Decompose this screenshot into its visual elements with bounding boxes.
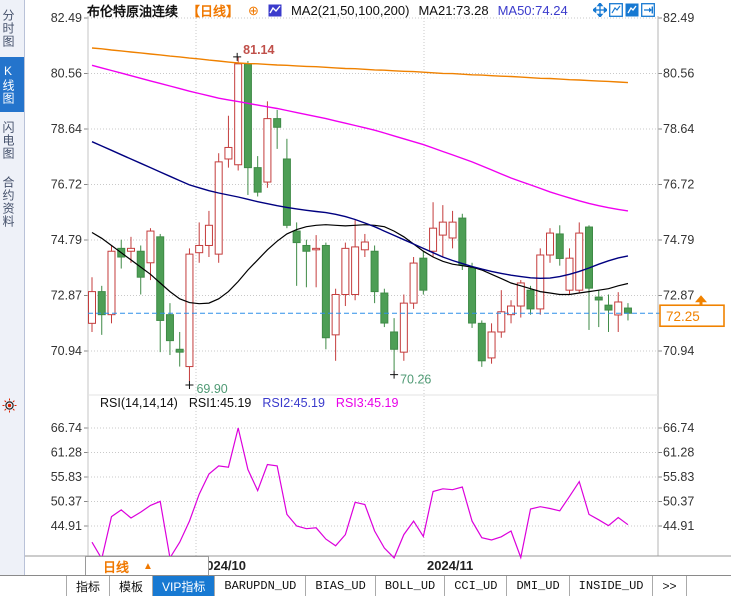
chart-type-sidebar: 分时图 K线图 闪电图 合约资料 — [0, 0, 25, 575]
svg-text:80.56: 80.56 — [663, 67, 694, 81]
svg-text:82.49: 82.49 — [51, 11, 82, 25]
svg-text:78.64: 78.64 — [663, 122, 694, 136]
svg-text:70.94: 70.94 — [663, 344, 694, 358]
tab-boll-ud[interactable]: BOLL_UD — [376, 576, 445, 596]
svg-text:70.94: 70.94 — [51, 344, 82, 358]
tab-template[interactable]: 模板 — [110, 576, 153, 596]
tabbar-spacer — [0, 576, 67, 596]
ma21-value-label: MA21:73.28 — [418, 3, 488, 18]
sidebar-item-contract-info[interactable]: 合约资料 — [0, 169, 24, 235]
price-axis-grid: 82.49 82.49 80.56 80.56 78.64 78.64 76.72 76.72… — [51, 11, 695, 358]
alarm-icon[interactable] — [2, 398, 17, 413]
svg-text:66.74: 66.74 — [663, 421, 694, 435]
svg-text:74.79: 74.79 — [51, 233, 82, 247]
ma-line-ma200 — [92, 48, 628, 83]
svg-text:82.49: 82.49 — [663, 11, 694, 25]
svg-text:81.14: 81.14 — [243, 43, 274, 57]
chart-toolbar — [593, 3, 655, 17]
add-circle-icon[interactable]: ⊕ — [248, 3, 259, 19]
rsi2-value-label: RSI2:45.19 — [262, 396, 325, 410]
chart-canvas[interactable]: 82.49 82.49 80.56 80.56 78.64 78.64 76.72 76.72… — [0, 0, 731, 575]
rsi1-value-label: RSI1:45.19 — [189, 396, 252, 410]
sidebar-item-kline-chart[interactable]: K线图 — [0, 57, 24, 112]
rsi-axis-grid: 66.74 66.74 61.28 61.28 55.83 55.83 50.37 50.37… — [51, 421, 695, 533]
ma-lines — [92, 48, 628, 304]
sidebar-item-lightning-chart[interactable]: 闪电图 — [0, 114, 24, 167]
ma-settings-label: MA2(21,50,100,200) — [291, 3, 410, 18]
svg-text:50.37: 50.37 — [663, 495, 694, 509]
svg-text:55.83: 55.83 — [663, 470, 694, 484]
svg-text:44.91: 44.91 — [663, 519, 694, 533]
svg-text:55.83: 55.83 — [51, 470, 82, 484]
tab-cci-ud[interactable]: CCI_UD — [445, 576, 507, 596]
chart-mini-icon — [268, 4, 282, 17]
svg-text:72.87: 72.87 — [51, 289, 82, 303]
sidebar-item-time-chart[interactable]: 分时图 — [0, 2, 24, 55]
svg-text:2024/11: 2024/11 — [427, 558, 473, 573]
svg-text:66.74: 66.74 — [51, 421, 82, 435]
svg-text:72.25: 72.25 — [666, 309, 700, 324]
tab-dmi-ud[interactable]: DMI_UD — [507, 576, 569, 596]
svg-text:61.28: 61.28 — [51, 446, 82, 460]
period-dropdown-button[interactable]: 日线 ▲ — [85, 556, 209, 576]
tab-more[interactable]: >> — [653, 576, 686, 596]
move-icon[interactable] — [593, 3, 607, 17]
svg-text:72.87: 72.87 — [663, 289, 694, 303]
period-tag: 【日线】 — [187, 1, 239, 20]
rsi3-value-label: RSI3:45.19 — [336, 396, 399, 410]
symbol-name: 布伦特原油连续 — [87, 1, 178, 20]
svg-text:76.72: 76.72 — [51, 178, 82, 192]
chart-window-active-icon[interactable] — [625, 3, 639, 17]
svg-text:76.72: 76.72 — [663, 178, 694, 192]
rsi-header: RSI(14,14,14) RSI1:45.19 RSI2:45.19 RSI3… — [100, 396, 398, 410]
candlestick-series — [89, 57, 632, 381]
tab-bias-ud[interactable]: BIAS_UD — [306, 576, 375, 596]
ma-line-ma50 — [92, 142, 628, 279]
next-window-icon[interactable] — [641, 3, 655, 17]
svg-text:69.90: 69.90 — [196, 382, 227, 396]
tab-vip-indicator[interactable]: VIP指标 — [153, 576, 215, 596]
rsi-settings-label: RSI(14,14,14) — [100, 396, 178, 410]
ma-line-ma100 — [92, 65, 628, 211]
rsi-line — [92, 428, 628, 559]
period-label: 日线 — [103, 557, 129, 576]
tab-barupdn-ud[interactable]: BARUPDN_UD — [215, 576, 306, 596]
ma50-value-label: MA50:74.24 — [498, 3, 568, 18]
chart-header: 布伦特原油连续 【日线】 ⊕ MA2(21,50,100,200) MA21:7… — [87, 2, 568, 19]
chevron-up-icon: ▲ — [143, 561, 153, 572]
tab-indicator[interactable]: 指标 — [67, 576, 110, 596]
svg-text:80.56: 80.56 — [51, 67, 82, 81]
svg-text:50.37: 50.37 — [51, 495, 82, 509]
tab-inside-ud[interactable]: INSIDE_UD — [570, 576, 654, 596]
chart-window-icon[interactable] — [609, 3, 623, 17]
svg-text:78.64: 78.64 — [51, 122, 82, 136]
svg-text:74.79: 74.79 — [663, 233, 694, 247]
svg-text:44.91: 44.91 — [51, 519, 82, 533]
svg-text:70.26: 70.26 — [400, 373, 431, 387]
indicator-tabbar: 指标 模板 VIP指标 BARUPDN_UD BIAS_UD BOLL_UD C… — [0, 575, 731, 596]
svg-text:61.28: 61.28 — [663, 446, 694, 460]
